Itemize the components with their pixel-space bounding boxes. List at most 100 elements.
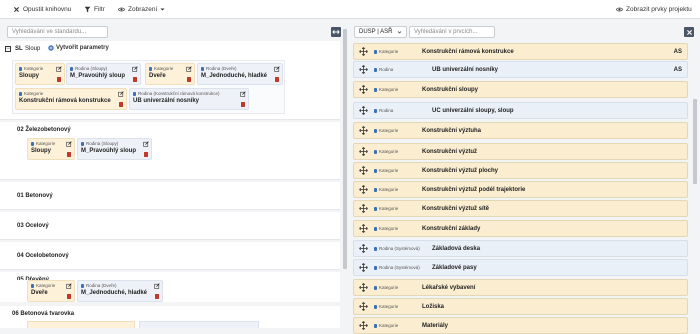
trash-icon[interactable] [144, 152, 148, 157]
move-icon[interactable] [359, 263, 368, 272]
show-project-label: Zobrazit prvky projektu [626, 5, 692, 13]
card-label: Kategorie [24, 66, 44, 71]
element-row[interactable]: Kategorie Ložiska [353, 298, 688, 315]
element-row[interactable]: Kategorie Konstrukční výztuž sítě [353, 200, 688, 217]
expand-toggle-button[interactable] [331, 27, 341, 37]
card-label: Kategorie [154, 66, 174, 71]
edit-icon[interactable] [274, 66, 280, 72]
create-parameters-button[interactable]: Vytvořit parametry [48, 45, 109, 51]
element-row[interactable]: Kategorie Konstrukční rámová konstrukce AS [353, 43, 688, 60]
element-row[interactable]: Rodina UB univerzální nosníky AS [353, 61, 688, 78]
element-row[interactable]: Kategorie Konstrukční výztuha [353, 122, 688, 139]
edit-icon[interactable] [66, 283, 72, 289]
section-code: SL [15, 46, 23, 52]
filter-button[interactable]: Filtr [84, 6, 105, 13]
pin-icon [374, 87, 377, 92]
trash-icon[interactable] [119, 102, 123, 107]
show-project-elements-button[interactable]: Zobrazit prvky projektu [616, 6, 692, 13]
left-scrollbar[interactable] [343, 29, 347, 269]
row-tag-label: Kategorie [379, 87, 399, 92]
move-icon[interactable] [359, 185, 368, 194]
element-row[interactable]: Kategorie Konstrukční výztuž [353, 143, 688, 160]
move-icon[interactable] [359, 302, 368, 311]
edit-icon[interactable] [154, 283, 160, 289]
trash-icon[interactable] [155, 294, 159, 299]
move-icon[interactable] [359, 204, 368, 213]
card-value: Konstrukční rámová konstrukce [19, 98, 111, 104]
element-row[interactable]: Kategorie Konstrukční základy [353, 220, 688, 237]
move-icon[interactable] [359, 147, 368, 156]
standard-search-input[interactable]: Vyhledávání ve standardu... [7, 26, 108, 38]
pin-icon [81, 283, 84, 288]
standard-dropdown[interactable]: DUSP | ASŘ [354, 26, 407, 38]
edit-icon[interactable] [240, 91, 246, 97]
trash-icon[interactable] [67, 294, 71, 299]
element-row[interactable]: Rodina (Systémová) Základová deska [353, 240, 688, 257]
row-tag: Rodina (Systémová) [374, 265, 426, 270]
filter-label: Filtr [94, 5, 105, 13]
move-icon[interactable] [359, 321, 368, 330]
pin-icon [149, 66, 152, 71]
move-icon[interactable] [359, 106, 368, 115]
row-tag: Kategorie [374, 87, 416, 92]
move-icon[interactable] [359, 166, 368, 175]
card-value: Sloupy [31, 148, 52, 154]
row-name: UB univerzální nosníky [432, 66, 499, 73]
edit-icon[interactable] [143, 141, 149, 147]
edit-icon[interactable] [118, 91, 124, 97]
element-row[interactable]: Kategorie Konstrukční sloupy [353, 81, 688, 98]
row-tag-label: Kategorie [379, 149, 399, 154]
view-dropdown[interactable]: Zobrazení [118, 6, 165, 13]
card-value: UB univerzální nosníky [133, 98, 200, 104]
close-library-label: Opustit knihovnu [23, 5, 72, 13]
close-library-button[interactable]: Opustit knihovnu [13, 6, 71, 13]
elements-search-input[interactable]: Vyhledávání v prvcích... [409, 26, 495, 38]
trash-icon[interactable] [67, 152, 71, 157]
card-label: Rodina (Dveře) [86, 283, 117, 288]
arrows-horizontal-icon [332, 30, 340, 34]
trash-icon[interactable] [133, 77, 137, 82]
move-icon[interactable] [359, 283, 368, 292]
top-toolbar: Opustit knihovnu Filtr Zobrazení Zobrazi… [0, 0, 700, 19]
right-scrollbar[interactable] [693, 99, 697, 184]
row-tag: Rodina [374, 67, 426, 72]
trash-icon[interactable] [275, 77, 279, 82]
edit-icon[interactable] [186, 66, 192, 72]
collapse-toggle[interactable]: − [5, 46, 11, 52]
card-value: M_Jednoduché, hladké [201, 73, 268, 79]
pin-icon [374, 323, 377, 328]
row-tag-label: Rodina (Systémová) [379, 265, 420, 270]
move-icon[interactable] [359, 126, 368, 135]
move-icon[interactable] [359, 47, 368, 56]
element-row[interactable]: Kategorie Konstrukční výztuž podél trajek… [353, 181, 688, 198]
element-row[interactable]: Kategorie Materiály [353, 317, 688, 334]
trash-icon[interactable] [187, 77, 191, 82]
row-name: Ložiska [422, 303, 445, 310]
move-icon[interactable] [359, 224, 368, 233]
family-card: Rodina (Sloupy) M_Pravoúhlý sloup [66, 63, 141, 85]
move-icon[interactable] [359, 85, 368, 94]
trash-icon[interactable] [241, 102, 245, 107]
pin-icon [374, 246, 377, 251]
row-tag: Kategorie [374, 128, 416, 133]
pin-icon [19, 91, 22, 96]
pin-icon [374, 206, 377, 211]
pin-icon [201, 66, 204, 71]
close-panel-button[interactable] [684, 27, 694, 37]
section-betonovy: 01 Betonový [0, 182, 340, 210]
edit-icon[interactable] [56, 66, 62, 72]
edit-icon[interactable] [132, 66, 138, 72]
edit-icon[interactable] [66, 141, 72, 147]
section-title: 04 Ocelobetonový [17, 253, 69, 259]
element-row[interactable]: Rodina (Systémová) Základové pasy [353, 259, 688, 276]
pin-icon [31, 141, 34, 146]
element-row[interactable]: Kategorie Konstrukční výztuž plochy [353, 162, 688, 179]
card-value: M_Jednoduché, hladké [81, 290, 148, 296]
move-icon[interactable] [359, 65, 368, 74]
section-title: 01 Betonový [17, 193, 53, 199]
card-label: Rodina (Dveře) [206, 66, 237, 71]
element-row[interactable]: Kategorie Lékařské vybavení [353, 279, 688, 296]
trash-icon[interactable] [57, 77, 61, 82]
move-icon[interactable] [359, 244, 368, 253]
element-row[interactable]: Rodina UC univerzální sloupy, sloup [353, 102, 688, 119]
